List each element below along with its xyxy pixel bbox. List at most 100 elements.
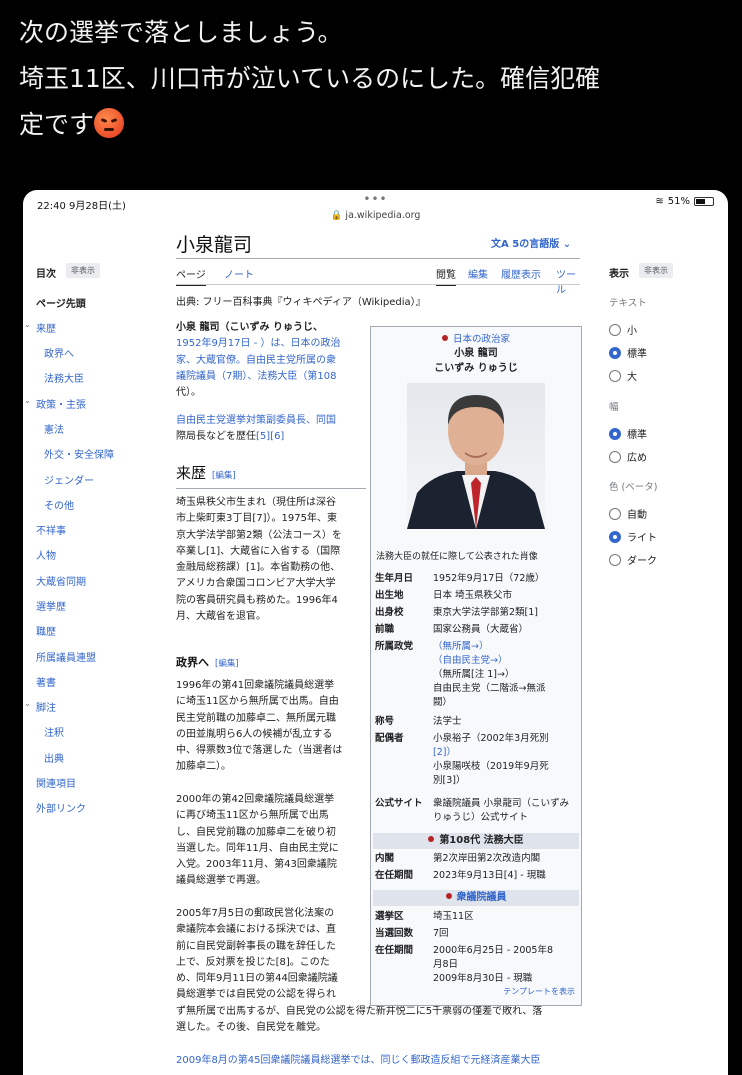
url-text: ja.wikipedia.org	[345, 210, 421, 221]
toc-item-person[interactable]: 人物	[36, 547, 56, 562]
spouse-line: 別[3]）	[433, 775, 466, 786]
tab-edit[interactable]: 編集	[468, 266, 488, 281]
width-standard-radio[interactable]: 標準	[609, 426, 647, 441]
row-value: 小泉裕子（2002年3月死別 [2]） 小泉陽咲枝（2019年9月死 別[3]）	[433, 732, 581, 788]
text-line: 衆議院本会議における採決では、直	[176, 924, 336, 936]
toc-item-politics[interactable]: 政界へ	[44, 345, 74, 360]
language-button[interactable]: 文A 5の言語版 ⌄	[491, 235, 571, 250]
text-line: 1996年の第41回衆議院議員総選挙	[176, 680, 335, 691]
politics-paragraph-1: 1996年の第41回衆議院議員総選挙 に埼玉11区から無所属で出馬。自由 民主党…	[176, 678, 366, 776]
party-line: （無所属[注 1]→）	[433, 669, 515, 680]
angry-face-icon	[94, 108, 125, 138]
tab-page[interactable]: ページ	[176, 266, 206, 286]
tweet-line-3: 定です	[19, 102, 729, 148]
category-link[interactable]: 日本の政治家	[453, 334, 510, 345]
toc-item-footnotes[interactable]: 脚注	[36, 699, 56, 714]
spouse-line: 小泉裕子（2002年3月死別	[433, 733, 549, 744]
toc-item-elections[interactable]: 選挙歴	[36, 598, 66, 613]
toc-item-related[interactable]: 関連項目	[36, 775, 76, 790]
divider	[176, 284, 580, 285]
text-size-standard-radio[interactable]: 標準	[609, 345, 647, 360]
edit-section-link[interactable]: [編集]	[212, 471, 236, 481]
color-light-radio[interactable]: ライト	[609, 529, 657, 544]
row-value: （無所属→） （自由民主党→） （無所属[注 1]→） 自由民主党（二階派→無派…	[433, 640, 581, 710]
toc-item-jobs[interactable]: 職歴	[36, 623, 56, 638]
toc-item-external[interactable]: 外部リンク	[36, 800, 86, 815]
color-auto-radio[interactable]: 自動	[609, 506, 647, 521]
toc-item-diplomacy[interactable]: 外交・安全保障	[44, 446, 114, 461]
text-line: 2005年7月5日の郵政民営化法案の	[176, 908, 335, 919]
intro-paragraph: 小泉 龍司（こいずみ りゅうじ、 1952年9月17日 - ）は、日本の政治 家…	[176, 320, 366, 401]
toc-item-caucus[interactable]: 所属議員連盟	[36, 649, 96, 664]
tab-tools[interactable]: ツール	[556, 266, 580, 296]
tab-note[interactable]: ノート	[224, 266, 254, 281]
display-hide-button[interactable]: 非表示	[639, 263, 673, 278]
tweet-text: 次の選挙で落としましょう。 埼玉11区、川口市が泣いているのにした。確信犯確 定…	[19, 10, 729, 148]
toc-item-sources[interactable]: 出典	[44, 750, 64, 765]
toc-item-books[interactable]: 著書	[36, 674, 56, 689]
text-size-large-radio[interactable]: 大	[609, 368, 637, 383]
portrait-caption: 法務大臣の就任に際して公表された肖像	[376, 552, 538, 562]
chevron-down-icon[interactable]: ⌄	[24, 396, 31, 405]
row-key: 所属政党	[375, 641, 414, 652]
toc-item-policy[interactable]: 政策・主張	[36, 396, 86, 411]
politics-paragraph-3-cont: ず無所属で出馬するが、自民党の公認を得た新井悦二に5千票弱の僅差で敗れ、落 選し…	[176, 1004, 586, 1037]
battery-icon	[694, 197, 714, 206]
chevron-down-icon: ⌄	[562, 239, 572, 250]
row-value: 7回	[433, 928, 449, 939]
chevron-down-icon[interactable]: ⌄	[24, 699, 31, 708]
toc-item-mof-peers[interactable]: 大蔵省同期	[36, 573, 86, 588]
text-line: 民主党前職の加藤卓二、無所属元職	[176, 712, 336, 724]
party-line: （無所属→）	[433, 641, 489, 652]
text-line: 選した。その後、自民党を離党。	[176, 1022, 326, 1034]
divider	[176, 258, 580, 259]
spouse-line: [2]）	[433, 747, 456, 758]
tweet-line-1: 次の選挙で落としましょう。	[19, 18, 343, 47]
site-line: りゅうじ）公式サイト	[433, 812, 529, 823]
display-panel: 表示 非表示 テキスト 小 標準 大 幅 標準 広め 色 (ベータ) 自動 ライト…	[609, 263, 724, 567]
toc-hide-button[interactable]: 非表示	[66, 263, 100, 278]
width-wide-radio[interactable]: 広め	[609, 449, 647, 464]
intro-line: 家、大蔵官僚。自由民主党所属の衆	[176, 354, 336, 366]
career-line: 京大学法学部第2類（公法コース）を	[176, 529, 342, 541]
status-right: ≋ 51%	[655, 196, 714, 207]
text-line: ず無所属で出馬するが、自民党の公認を得た新井悦二に5千票弱の僅差で敗れ、落	[176, 1006, 543, 1017]
official-site-link[interactable]: 衆議院議員 小泉龍司（こいずみ りゅうじ）公式サイト	[433, 797, 581, 825]
edit-section-link[interactable]: [編集]	[215, 659, 239, 669]
address-bar[interactable]: 🔒 ja.wikipedia.org	[331, 210, 421, 221]
text-line: 加藤卓二）。	[176, 761, 231, 773]
row-key: 出身校	[375, 607, 404, 618]
row-value: 第2次岸田第2次改造内閣	[433, 853, 541, 864]
infobox-category: 日本の政治家	[371, 333, 581, 347]
infobox-kana: こいずみ りゅうじ	[434, 363, 518, 374]
career-line: 卒業し[1]、大蔵省に入省する（国際	[176, 545, 341, 557]
text-line: 員総選挙では自民党の公認を得られ	[176, 989, 336, 1001]
page-title: 小泉龍司	[176, 234, 253, 256]
toc-item-top[interactable]: ページ先頭	[36, 295, 86, 310]
row-key: 前職	[375, 624, 395, 635]
chevron-down-icon[interactable]: ⌄	[24, 320, 31, 329]
more-dots-icon[interactable]: •••	[363, 192, 387, 206]
party-line: 閥）	[433, 697, 453, 708]
color-dark-radio[interactable]: ダーク	[609, 552, 657, 567]
toc-item-gender[interactable]: ジェンダー	[44, 472, 94, 487]
toc-item-career[interactable]: 来歴	[36, 320, 56, 335]
toc-item-other[interactable]: その他	[44, 497, 74, 512]
row-value: 日本 埼玉県秩父市	[433, 590, 513, 601]
tab-history[interactable]: 履歴表示	[501, 266, 541, 281]
color-label: 色 (ベータ)	[609, 482, 658, 493]
row-key: 称号	[375, 716, 395, 727]
toc-item-constitution[interactable]: 憲法	[44, 421, 64, 436]
radio-label: 大	[627, 372, 637, 383]
tab-read[interactable]: 閲覧	[436, 266, 456, 286]
template-link[interactable]: テンプレートを表示	[503, 985, 575, 999]
politics-paragraph-3: 2005年7月5日の郵政民営化法案の 衆議院本会議における採決では、直 前に自民…	[176, 906, 366, 1004]
toc-item-scandal[interactable]: 不祥事	[36, 522, 66, 537]
row-value: 法学士	[433, 716, 462, 727]
portrait-photo[interactable]	[407, 383, 545, 529]
toc-item-minister[interactable]: 法務大臣	[44, 370, 84, 385]
toc-item-notes[interactable]: 注釈	[44, 724, 64, 739]
text-size-small-radio[interactable]: 小	[609, 322, 637, 337]
radio-label: 標準	[627, 430, 647, 441]
citation-link[interactable]: [5][6]	[256, 431, 284, 442]
